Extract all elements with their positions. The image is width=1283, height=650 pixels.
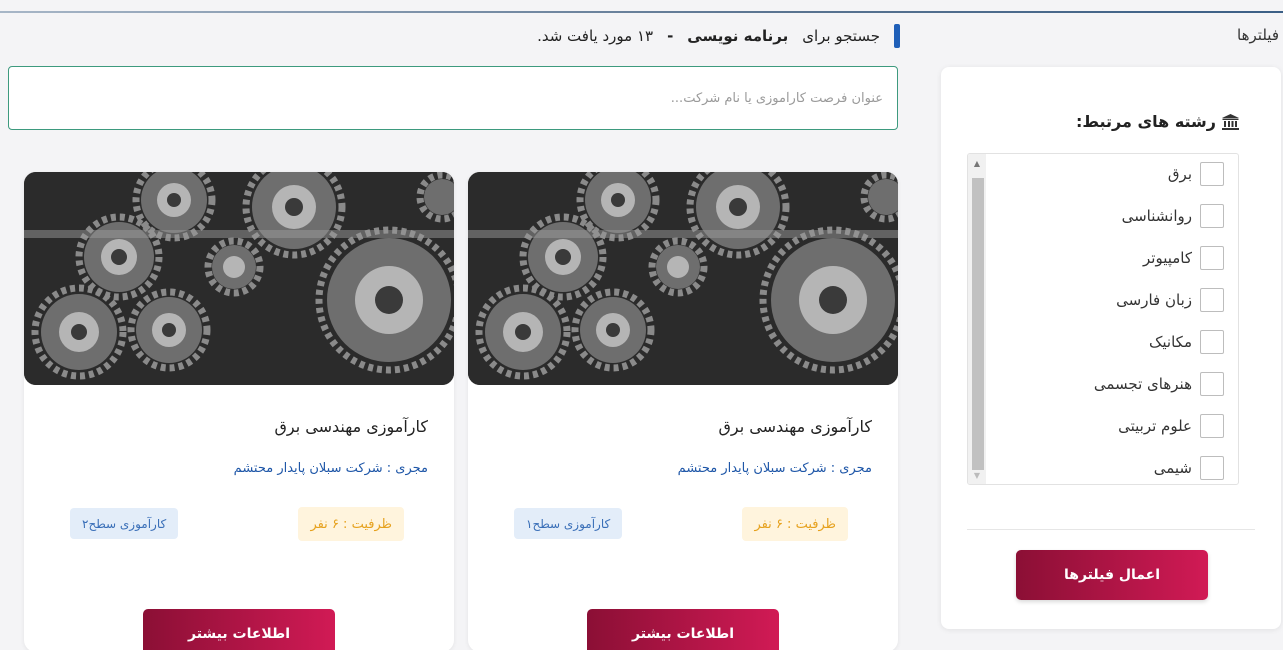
search-box xyxy=(8,66,898,130)
field-label: زبان فارسی xyxy=(1116,291,1192,309)
capacity-badge: ظرفیت : ۶ نفر xyxy=(742,507,848,541)
field-item-mechanics[interactable]: مکانیک xyxy=(1149,328,1224,356)
apply-filters-button[interactable]: اعمال فیلترها xyxy=(1016,550,1208,600)
capacity-badge: ظرفیت : ۶ نفر xyxy=(298,507,404,541)
field-checkbox[interactable] xyxy=(1200,330,1224,354)
field-checkbox[interactable] xyxy=(1200,246,1224,270)
field-item-chemistry[interactable]: شیمی xyxy=(1154,454,1224,482)
fields-scrollbar[interactable]: ▲ ▼ xyxy=(968,154,986,484)
internship-card: کارآموزی مهندسی برق مجری : شرکت سبلان پا… xyxy=(468,172,898,650)
field-checkbox[interactable] xyxy=(1200,288,1224,312)
scroll-up-arrow-icon[interactable]: ▲ xyxy=(968,154,986,172)
field-checkbox[interactable] xyxy=(1200,372,1224,396)
field-item-electrical[interactable]: برق xyxy=(1168,160,1224,188)
internship-card: کارآموزی مهندسی برق مجری : شرکت سبلان پا… xyxy=(24,172,454,650)
field-checkbox[interactable] xyxy=(1200,414,1224,438)
field-label: هنرهای تجسمی xyxy=(1093,375,1192,393)
bank-icon xyxy=(1222,113,1239,130)
field-item-persian[interactable]: زبان فارسی xyxy=(1116,286,1224,314)
card-title: کارآموزی مهندسی برق xyxy=(718,417,872,436)
more-info-button[interactable]: اطلاعات بیشتر xyxy=(587,609,779,650)
gears-picture xyxy=(468,172,898,385)
card-company[interactable]: مجری : شرکت سبلان پایدار محتشم xyxy=(678,461,872,476)
gears-image xyxy=(468,172,898,385)
field-label: کامپیوتر xyxy=(1143,249,1192,267)
field-label: شیمی xyxy=(1153,459,1192,477)
field-label: مکانیک xyxy=(1148,333,1192,351)
gears-image xyxy=(24,172,454,385)
field-item-visual-arts[interactable]: هنرهای تجسمی xyxy=(1094,370,1224,398)
card-title: کارآموزی مهندسی برق xyxy=(274,417,428,436)
sidebar-divider xyxy=(967,529,1255,530)
filters-heading: فیلترها xyxy=(1237,26,1279,44)
scroll-down-arrow-icon[interactable]: ▼ xyxy=(968,466,986,484)
field-item-computer[interactable]: کامپیوتر xyxy=(1143,244,1224,272)
results-prefix: جستجو برای xyxy=(802,27,880,45)
fields-listbox[interactable]: ▲ ▼ برق روانشناسی کامپیوتر زبان فارسی مک… xyxy=(967,153,1239,485)
search-input[interactable] xyxy=(9,90,883,106)
field-label: برق xyxy=(1167,165,1192,183)
field-item-psychology[interactable]: روانشناسی xyxy=(1122,202,1224,230)
field-checkbox[interactable] xyxy=(1200,456,1224,480)
field-label: روانشناسی xyxy=(1121,207,1192,225)
level-badge: کارآموزی سطح۲ xyxy=(70,508,179,539)
top-accent-line xyxy=(0,0,1283,14)
more-info-button[interactable]: اطلاعات بیشتر xyxy=(143,609,335,650)
related-fields-label: رشته های مرتبط: xyxy=(1075,112,1216,131)
field-checkbox[interactable] xyxy=(1200,204,1224,228)
results-query: برنامه نویسی xyxy=(687,27,789,45)
field-checkbox[interactable] xyxy=(1200,162,1224,186)
card-company[interactable]: مجری : شرکت سبلان پایدار محتشم xyxy=(234,461,428,476)
results-header: جستجو برای برنامه نویسی - ۱۳ مورد یافت ش… xyxy=(490,24,900,48)
scroll-thumb[interactable] xyxy=(972,178,984,470)
field-item-education[interactable]: علوم تربیتی xyxy=(1118,412,1224,440)
field-label: علوم تربیتی xyxy=(1118,417,1192,435)
level-badge: کارآموزی سطح۱ xyxy=(514,508,623,539)
related-fields-title: رشته های مرتبط: xyxy=(1076,112,1239,131)
results-count: ۱۳ مورد یافت شد. xyxy=(537,27,654,45)
gears-picture xyxy=(24,172,454,385)
results-separator: - xyxy=(667,27,674,45)
filters-sidebar: رشته های مرتبط: ▲ ▼ برق روانشناسی کامپیو… xyxy=(941,67,1281,629)
header-accent-bar xyxy=(894,24,900,48)
